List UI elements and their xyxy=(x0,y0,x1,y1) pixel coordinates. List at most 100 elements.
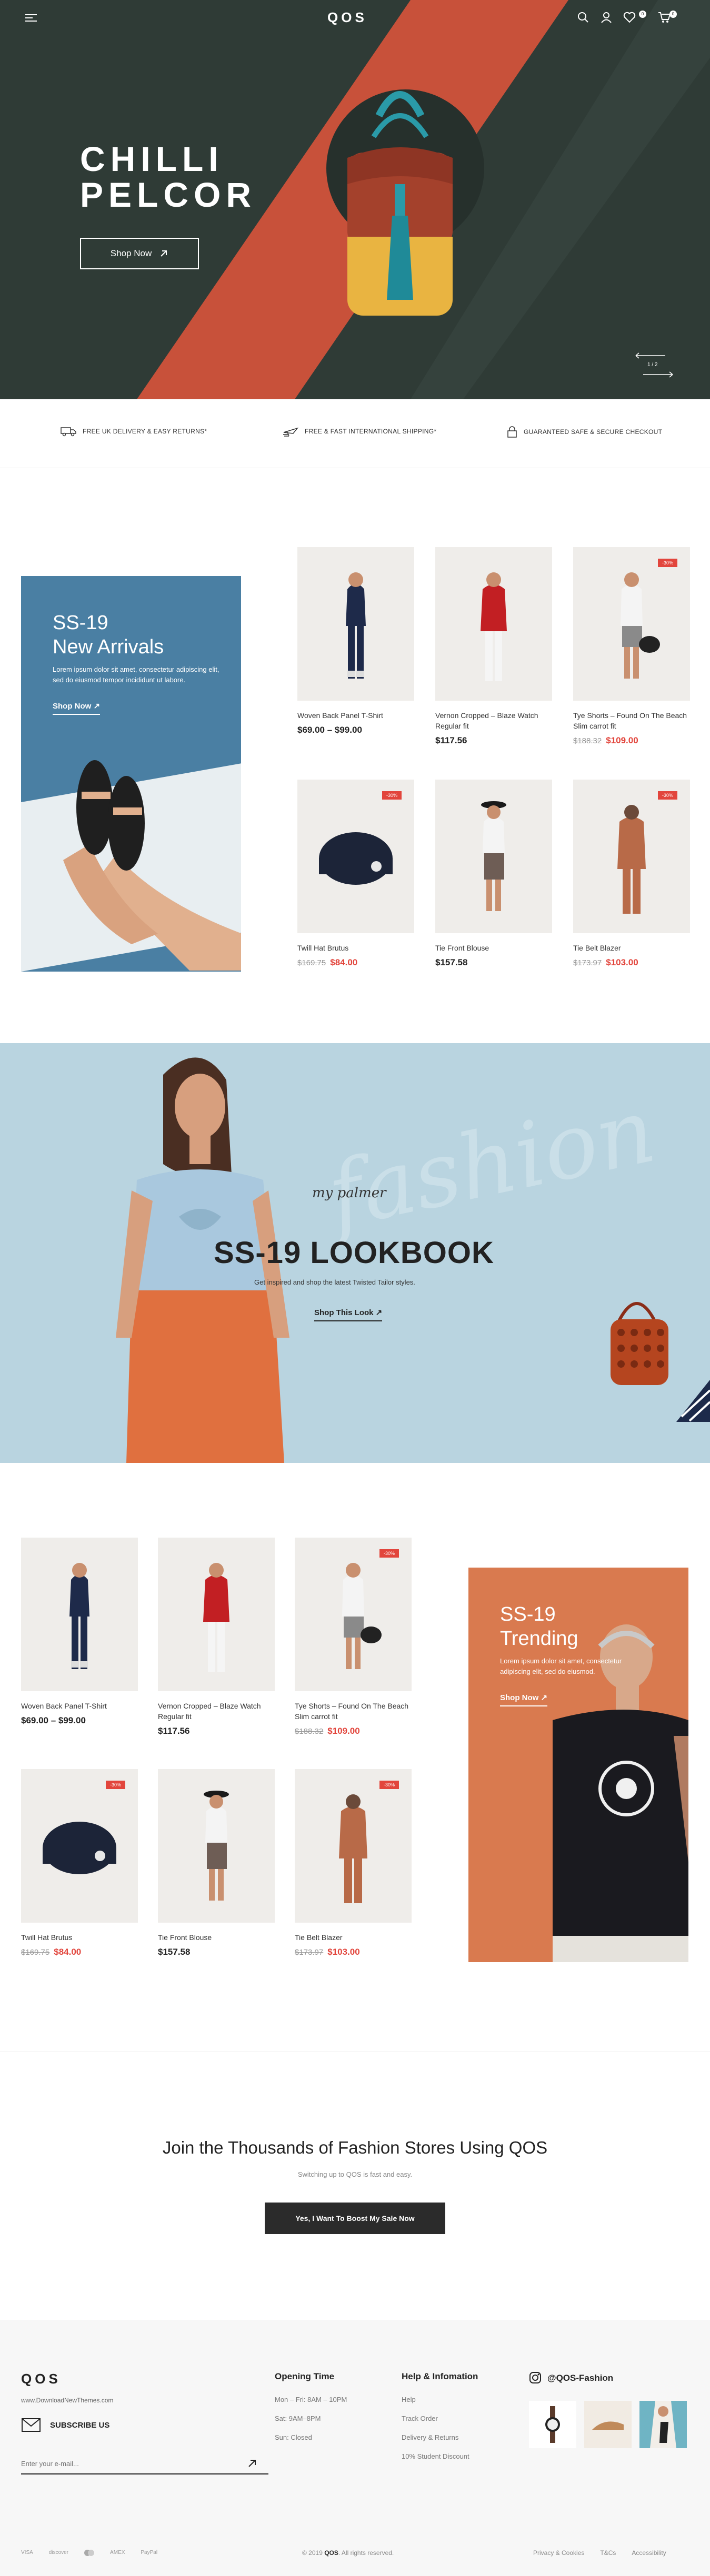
product-name[interactable]: Twill Hat Brutus xyxy=(297,943,414,953)
instagram-photo-watch[interactable] xyxy=(529,2401,576,2448)
logo[interactable]: QOS xyxy=(327,9,367,26)
feature-shipping: FREE & FAST INTERNATIONAL SHIPPING* xyxy=(283,426,436,437)
privacy-link[interactable]: Privacy & Cookies xyxy=(533,2549,584,2557)
promo-shop-now-link[interactable]: Shop Now ↗ xyxy=(53,701,101,715)
help-link[interactable]: Help xyxy=(402,2396,478,2403)
footer: QOS www.DownloadNewThemes.com SUBSCRIBE … xyxy=(0,2320,710,2576)
product-price: $173.97 $103.00 xyxy=(573,957,690,968)
product-card[interactable]: Vernon Cropped – Blaze Watch Regular fit… xyxy=(158,1538,275,1736)
product-name[interactable]: Tye Shorts – Found On The Beach Slim car… xyxy=(295,1701,412,1722)
product-name[interactable]: Tie Front Blouse xyxy=(435,943,552,953)
arrow-left-icon[interactable] xyxy=(635,352,666,359)
product-card[interactable]: -30% Tie Belt Blazer $173.97 $103.00 xyxy=(295,1769,412,1957)
product-card[interactable]: -30% Tye Shorts – Found On The Beach Slim… xyxy=(295,1538,412,1736)
product-card[interactable]: -30% Twill Hat Brutus $169.75 $84.00 xyxy=(297,780,414,968)
product-price-value: $117.56 xyxy=(158,1726,190,1736)
paypal-icon: PayPal xyxy=(141,2550,158,2555)
product-price-value: $157.58 xyxy=(435,957,468,967)
lookbook-watermark: fashion xyxy=(319,1078,664,1249)
footer-site-url[interactable]: www.DownloadNewThemes.com xyxy=(21,2397,113,2404)
product-name[interactable]: Vernon Cropped – Blaze Watch Regular fit xyxy=(158,1701,275,1722)
product-card[interactable]: Woven Back Panel T-Shirt $69.00 – $99.00 xyxy=(21,1538,138,1726)
product-image[interactable]: -30% xyxy=(21,1769,138,1923)
backpack-image xyxy=(347,91,453,316)
send-mail-icon xyxy=(22,2418,41,2432)
product-sale-price: $84.00 xyxy=(54,1947,82,1957)
join-cta-button[interactable]: Yes, I Want To Boost My Sale Now xyxy=(265,2203,445,2234)
promo-shop-now-link[interactable]: Shop Now ↗ xyxy=(500,1693,548,1706)
product-price: $157.58 xyxy=(158,1947,275,1957)
feature-label: GUARANTEED SAFE & SECURE CHECKOUT xyxy=(524,428,663,436)
product-card[interactable]: Tie Front Blouse $157.58 xyxy=(158,1769,275,1957)
footer-logo[interactable]: QOS xyxy=(21,2371,61,2387)
instagram-photo-shoes[interactable] xyxy=(584,2401,632,2448)
product-price: $169.75 $84.00 xyxy=(21,1947,138,1957)
product-image[interactable]: -30% xyxy=(573,547,690,701)
promo-text: Lorem ipsum dolor sit amet, consectetur … xyxy=(500,1657,622,1675)
product-image[interactable] xyxy=(297,547,414,701)
product-name[interactable]: Twill Hat Brutus xyxy=(21,1932,138,1943)
help-link[interactable]: 10% Student Discount xyxy=(402,2452,478,2460)
product-card[interactable]: -30% Twill Hat Brutus $169.75 $84.00 xyxy=(21,1769,138,1957)
product-image[interactable] xyxy=(158,1769,275,1923)
product-image[interactable]: -30% xyxy=(297,780,414,933)
promo-trending[interactable]: SS-19 Trending Lorem ipsum dolor sit amet… xyxy=(468,1568,688,1962)
newsletter-email-input[interactable] xyxy=(21,2453,268,2474)
product-sale-price: $103.00 xyxy=(606,957,638,967)
lock-icon xyxy=(507,426,517,438)
product-price: $173.97 $103.00 xyxy=(295,1947,412,1957)
product-name[interactable]: Tie Belt Blazer xyxy=(573,943,690,953)
product-card[interactable]: Vernon Cropped – Blaze Watch Regular fit… xyxy=(435,547,552,746)
cart-icon[interactable] xyxy=(658,12,671,23)
help-link[interactable]: Track Order xyxy=(402,2415,478,2422)
product-photo xyxy=(621,572,660,679)
heart-icon[interactable] xyxy=(623,12,636,23)
product-price-value: $69.00 – $99.00 xyxy=(21,1715,86,1725)
search-icon[interactable] xyxy=(577,12,589,23)
product-card[interactable]: Tie Front Blouse $157.58 xyxy=(435,780,552,968)
lookbook-title: SS-19 LOOKBOOK xyxy=(214,1236,494,1270)
arrow-right-icon[interactable] xyxy=(642,371,674,378)
product-image[interactable] xyxy=(435,780,552,933)
product-old-price: $169.75 xyxy=(21,1948,50,1957)
hero-shop-now-button[interactable]: Shop Now xyxy=(80,238,199,269)
user-icon[interactable] xyxy=(601,12,612,23)
instagram-icon[interactable] xyxy=(529,2371,542,2384)
subscribe-label: SUBSCRIBE US xyxy=(50,2421,110,2430)
opening-time-heading: Opening Time xyxy=(275,2371,335,2381)
product-card[interactable]: -30% Tye Shorts – Found On The Beach Slim… xyxy=(573,547,690,746)
product-name[interactable]: Tye Shorts – Found On The Beach Slim car… xyxy=(573,710,690,731)
product-card[interactable]: Woven Back Panel T-Shirt $69.00 – $99.00 xyxy=(297,547,414,735)
sale-badge: -30% xyxy=(657,791,677,800)
product-photo xyxy=(481,572,507,681)
product-price: $188.32 $109.00 xyxy=(573,735,690,746)
product-name[interactable]: Vernon Cropped – Blaze Watch Regular fit xyxy=(435,710,552,731)
product-image[interactable]: -30% xyxy=(295,1538,412,1691)
product-image[interactable] xyxy=(158,1538,275,1691)
instagram-handle[interactable]: @QOS-Fashion xyxy=(547,2373,613,2383)
menu-icon[interactable] xyxy=(25,14,37,22)
product-sale-price: $103.00 xyxy=(327,1947,360,1957)
plane-icon xyxy=(283,427,298,437)
join-subtitle: Switching up to QOS is fast and easy. xyxy=(297,2170,413,2178)
product-image[interactable] xyxy=(21,1538,138,1691)
accessibility-link[interactable]: Accessibility xyxy=(632,2549,666,2557)
promo-title: SS-19 New Arrivals xyxy=(53,612,164,658)
feature-label: FREE UK DELIVERY & EASY RETURNS* xyxy=(83,428,207,435)
product-photo xyxy=(69,1563,89,1669)
product-image[interactable]: -30% xyxy=(573,780,690,933)
product-name[interactable]: Woven Back Panel T-Shirt xyxy=(297,710,414,721)
product-image[interactable]: -30% xyxy=(295,1769,412,1923)
lookbook-shop-link[interactable]: Shop This Look ↗ xyxy=(314,1308,383,1321)
product-card[interactable]: -30% Tie Belt Blazer $173.97 $103.00 xyxy=(573,780,690,968)
product-image[interactable] xyxy=(435,547,552,701)
promo-new-arrivals[interactable]: SS-19 New Arrivals Lorem ipsum dolor sit … xyxy=(21,576,241,972)
help-link[interactable]: Delivery & Returns xyxy=(402,2433,478,2441)
product-name[interactable]: Tie Belt Blazer xyxy=(295,1932,412,1943)
terms-link[interactable]: T&Cs xyxy=(600,2549,616,2557)
submit-arrow-icon[interactable] xyxy=(247,2459,257,2468)
product-name[interactable]: Tie Front Blouse xyxy=(158,1932,275,1943)
product-name[interactable]: Woven Back Panel T-Shirt xyxy=(21,1701,138,1711)
hero-title-line2: PELCOR xyxy=(80,175,257,214)
instagram-photo-model[interactable] xyxy=(639,2401,687,2448)
